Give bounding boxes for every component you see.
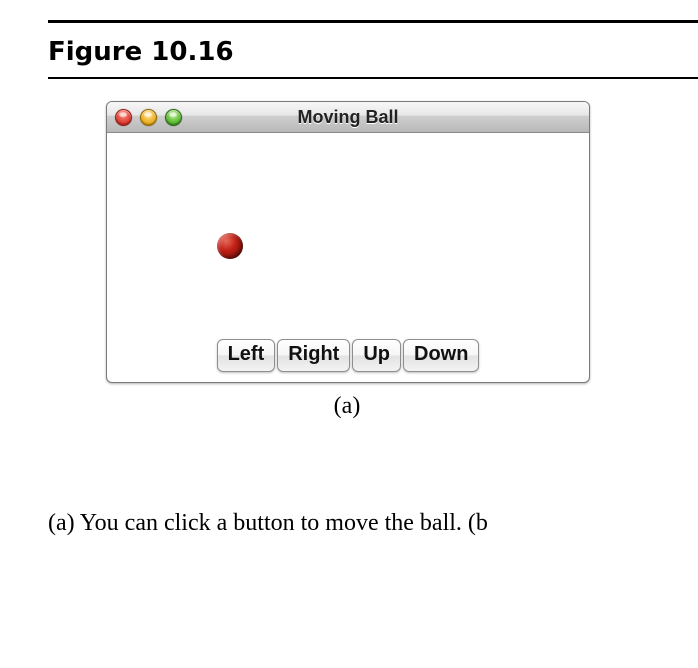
top-rule xyxy=(48,20,698,23)
ball-canvas xyxy=(107,133,589,333)
figure-label: Figure 10.16 xyxy=(48,37,698,67)
button-row: Left Right Up Down xyxy=(107,333,589,382)
down-button[interactable]: Down xyxy=(403,339,479,372)
sub-caption: (a) xyxy=(106,393,588,420)
app-window: Moving Ball Left Right Up Down xyxy=(106,101,590,383)
right-button[interactable]: Right xyxy=(277,339,350,372)
zoom-icon[interactable] xyxy=(165,109,182,126)
minimize-icon[interactable] xyxy=(140,109,157,126)
left-button[interactable]: Left xyxy=(217,339,276,372)
figure-caption: (a) You can click a button to move the b… xyxy=(48,510,698,537)
window-titlebar[interactable]: Moving Ball xyxy=(107,102,589,133)
close-icon[interactable] xyxy=(115,109,132,126)
ball xyxy=(217,233,243,259)
up-button[interactable]: Up xyxy=(352,339,401,372)
under-title-rule xyxy=(48,77,698,79)
